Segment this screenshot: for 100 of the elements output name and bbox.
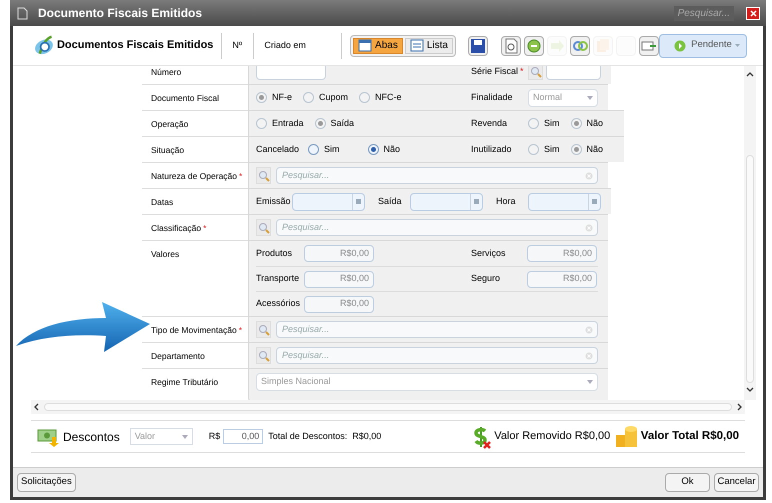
date-field[interactable] xyxy=(292,192,365,210)
search-icon xyxy=(258,350,270,362)
scroll-down-icon[interactable] xyxy=(746,387,754,392)
view-tab[interactable]: Lista xyxy=(404,38,453,54)
tabs-icon xyxy=(358,39,372,52)
toolbar-button[interactable] xyxy=(524,36,544,56)
clear-icon[interactable] xyxy=(585,172,593,180)
calendar-button[interactable] xyxy=(588,194,600,210)
save-button[interactable] xyxy=(468,36,488,56)
option-label: Cupom xyxy=(319,90,348,104)
requests-button[interactable]: Solicitações xyxy=(17,473,76,492)
scroll-up-icon[interactable] xyxy=(746,72,754,77)
removed-value: Valor Removido R$0,00 xyxy=(494,429,610,444)
amount-field: R$0,00 xyxy=(304,270,374,288)
close-button[interactable] xyxy=(746,6,760,20)
search-button[interactable] xyxy=(256,321,271,338)
list-icon xyxy=(410,39,424,52)
view-tab[interactable]: Abas xyxy=(353,38,403,54)
field-label: Emissão xyxy=(256,194,292,208)
field-label: Seguro xyxy=(471,272,502,286)
floppy-icon xyxy=(468,36,487,54)
clear-icon[interactable] xyxy=(585,326,593,334)
field-label: Transporte xyxy=(256,272,300,286)
dropdown[interactable]: Valor xyxy=(130,428,193,445)
option-label: Sim xyxy=(544,116,560,130)
calendar-button[interactable] xyxy=(352,194,364,210)
field-label: Situação xyxy=(151,144,186,157)
search-icon xyxy=(258,222,270,234)
search-field[interactable]: Pesquisar... xyxy=(674,6,734,20)
option-label: NFC-e xyxy=(375,90,402,104)
field-label: Hora xyxy=(496,194,517,208)
field-label: Produtos xyxy=(256,246,294,260)
field-label: Natureza de Operação * xyxy=(151,170,244,183)
total-value: Valor Total R$0,00 xyxy=(640,428,739,444)
toolbar-button[interactable] xyxy=(638,36,659,56)
cancel-button[interactable]: Cancelar xyxy=(714,473,759,492)
input-field[interactable] xyxy=(546,66,601,80)
search-button[interactable] xyxy=(256,219,271,236)
search-button[interactable] xyxy=(256,347,271,364)
scroll-right-icon[interactable] xyxy=(737,403,742,411)
amount-field: R$0,00 xyxy=(527,270,597,288)
field-label: Departamento xyxy=(151,350,206,363)
field-label: Datas xyxy=(151,196,174,209)
input-field[interactable]: 0,00 xyxy=(223,429,264,444)
scroll-thumb[interactable] xyxy=(44,403,732,411)
caret-icon xyxy=(182,434,188,438)
caret-icon xyxy=(587,380,593,384)
search-icon xyxy=(258,170,270,182)
status-button[interactable]: Pendente xyxy=(658,34,747,58)
field-label: Inutilizado xyxy=(471,142,513,156)
search-field[interactable]: Pesquisar... xyxy=(276,347,598,364)
horizontal-scrollbar[interactable] xyxy=(31,400,745,414)
toolbar-button[interactable] xyxy=(570,36,590,56)
amount-field: R$0,00 xyxy=(527,245,597,262)
search-field[interactable]: Pesquisar... xyxy=(276,167,598,184)
field-label: Serviços xyxy=(471,246,507,260)
dropdown[interactable]: Normal xyxy=(528,88,598,106)
field-label: Saída xyxy=(378,194,403,208)
search-icon xyxy=(258,324,270,336)
column-label: Nº xyxy=(222,32,254,58)
calendar-button[interactable] xyxy=(470,194,482,210)
radio-button[interactable] xyxy=(368,144,379,155)
total-discounts-value: R$0,00 xyxy=(352,430,382,443)
field-label: Regime Tributário xyxy=(151,376,220,389)
search-field[interactable]: Pesquisar... xyxy=(276,219,598,236)
toolbar-button[interactable] xyxy=(500,36,521,56)
option-label: Cancelado xyxy=(256,142,300,156)
search-field[interactable]: Pesquisar... xyxy=(276,321,598,338)
scroll-left-icon[interactable] xyxy=(34,403,39,411)
option-label: Não xyxy=(384,142,400,156)
column-label: Criado em xyxy=(254,32,342,58)
option-label: Não xyxy=(586,116,604,130)
calendar-icon xyxy=(474,199,479,204)
date-field[interactable] xyxy=(410,192,483,210)
date-field[interactable] xyxy=(528,192,601,210)
window-title: Documento Fiscais Emitidos xyxy=(38,5,202,22)
dropdown[interactable]: Simples Nacional xyxy=(256,372,598,390)
input-field[interactable] xyxy=(256,66,326,80)
clear-icon[interactable] xyxy=(585,352,593,360)
clear-icon[interactable] xyxy=(585,224,593,232)
option-label: Sim xyxy=(544,142,560,156)
discount-label: Descontos xyxy=(63,428,120,446)
caret-icon xyxy=(735,44,740,47)
radio-button[interactable] xyxy=(308,144,320,155)
option-label: Entrada xyxy=(272,116,304,130)
field-label: Revenda xyxy=(471,116,508,130)
module-title: Documentos Fiscais Emitidos xyxy=(56,32,222,58)
option-label: Saída xyxy=(330,116,354,130)
scroll-thumb[interactable] xyxy=(746,155,754,383)
ok-button[interactable]: Ok xyxy=(665,473,710,492)
field-label: Valores xyxy=(151,248,180,261)
search-button[interactable] xyxy=(256,167,271,184)
amount-field: R$0,00 xyxy=(304,296,374,312)
field-label: Operação xyxy=(151,118,190,131)
option-label: Não xyxy=(586,142,604,156)
vertical-scrollbar[interactable] xyxy=(744,66,756,400)
field-label: Tipo de Movimentação * xyxy=(151,324,243,337)
option-label: NF-e xyxy=(272,90,292,104)
field-label: Documento Fiscal xyxy=(151,92,220,105)
search-button[interactable] xyxy=(528,66,543,80)
